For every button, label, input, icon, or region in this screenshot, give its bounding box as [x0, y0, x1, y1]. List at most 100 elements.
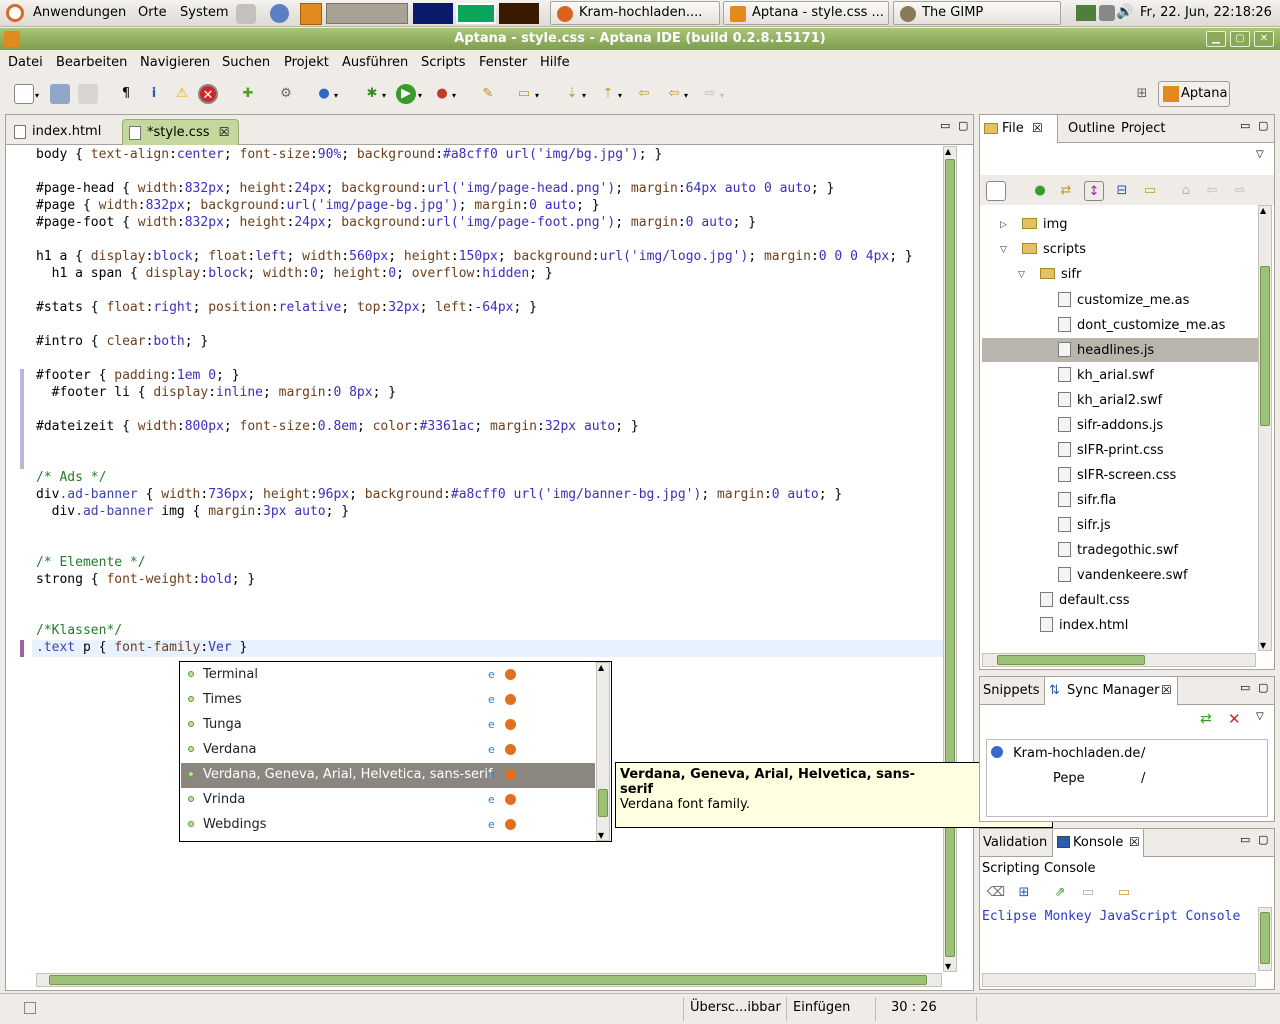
- close-tab-icon[interactable]: ☒: [1161, 683, 1172, 697]
- launcher-icon[interactable]: [236, 4, 256, 24]
- tree-hscroll-thumb[interactable]: [997, 655, 1145, 665]
- code-line[interactable]: body { text-align:center; font-size:90%;…: [36, 146, 662, 163]
- error-icon[interactable]: ✕: [198, 84, 218, 104]
- autocomplete-item[interactable]: Webdings e: [181, 813, 595, 838]
- sync-icon[interactable]: ⇄: [1056, 181, 1076, 201]
- maximize-view-icon[interactable]: ▢: [1258, 833, 1268, 846]
- close-tab-icon[interactable]: ☒: [1032, 121, 1043, 135]
- code-line[interactable]: #dateizeit { width:800px; font-size:0.8e…: [36, 418, 639, 435]
- close-tab-icon[interactable]: ☒: [1129, 835, 1140, 849]
- tab-snippets[interactable]: Snippets: [983, 683, 1039, 698]
- notification-icon[interactable]: [1099, 5, 1115, 21]
- menu-scripts[interactable]: Scripts: [421, 55, 465, 70]
- tree-file[interactable]: customize_me.as: [1058, 292, 1189, 308]
- next-annotation-icon[interactable]: ⇣: [562, 84, 582, 104]
- tree-vscroll-thumb[interactable]: [1260, 266, 1270, 426]
- back-icon[interactable]: ⇦: [664, 84, 684, 104]
- expand-icon[interactable]: ▷: [1000, 220, 1007, 230]
- applications-menu[interactable]: Anwendungen: [33, 5, 126, 20]
- menu-navigieren[interactable]: Navigieren: [140, 55, 210, 70]
- tree-file[interactable]: sifr.fla: [1058, 492, 1116, 508]
- last-edit-icon[interactable]: ⇦: [634, 84, 654, 104]
- nav-back-icon[interactable]: ⇦: [1202, 181, 1222, 201]
- warning-icon[interactable]: ⚠: [172, 84, 192, 104]
- task-aptana[interactable]: Aptana - style.css ...: [723, 1, 889, 25]
- code-line[interactable]: h1 a { display:block; float:left; width:…: [36, 248, 913, 265]
- code-line[interactable]: div.ad-banner img { margin:3px auto; }: [36, 503, 349, 520]
- code-line[interactable]: /* Ads */: [36, 469, 106, 486]
- perspective-aptana[interactable]: Aptana: [1158, 81, 1230, 107]
- maximize-button[interactable]: ▢: [1230, 31, 1250, 47]
- tab-index-html[interactable]: index.html: [8, 119, 109, 145]
- sync-add-icon[interactable]: ⇄: [1200, 711, 1212, 727]
- code-line[interactable]: #page-foot { width:832px; height:24px; b…: [36, 214, 756, 231]
- code-line[interactable]: #footer li { display:inline; margin:0 8p…: [36, 384, 396, 401]
- maximize-view-icon[interactable]: ▢: [1258, 681, 1268, 694]
- new-icon[interactable]: [986, 181, 1006, 201]
- code-line[interactable]: /*Klassen*/: [36, 622, 122, 639]
- editor-vscrollbar[interactable]: ▲ ▼: [943, 146, 957, 972]
- close-tab-icon[interactable]: ☒: [219, 125, 230, 139]
- tab-outline[interactable]: Outline: [1068, 121, 1115, 136]
- code-line[interactable]: #footer { padding:1em 0; }: [36, 367, 240, 384]
- plugin-icon[interactable]: ✚: [238, 84, 258, 104]
- autocomplete-item[interactable]: Terminal e: [181, 663, 595, 688]
- tree-file[interactable]: kh_arial2.swf: [1058, 392, 1162, 408]
- collapse-icon[interactable]: ▽: [1018, 270, 1025, 280]
- tree-hscrollbar[interactable]: [982, 653, 1256, 667]
- forward-icon[interactable]: ⇨: [700, 84, 720, 104]
- home-icon[interactable]: ⌂: [1176, 181, 1196, 201]
- tab-sync-manager[interactable]: ⇅ Sync Manager ☒: [1044, 677, 1178, 705]
- tools-icon[interactable]: ⚙: [276, 84, 296, 104]
- places-menu[interactable]: Orte: [138, 5, 167, 20]
- code-line[interactable]: #page-head { width:832px; height:24px; b…: [36, 180, 834, 197]
- external-tools-icon[interactable]: ●: [432, 84, 452, 104]
- code-line[interactable]: h1 a span { display:block; width:0; heig…: [36, 265, 553, 282]
- menu-fenster[interactable]: Fenster: [479, 55, 527, 70]
- maximize-view-icon[interactable]: ▢: [1258, 119, 1268, 132]
- close-button[interactable]: ✕: [1254, 31, 1274, 47]
- tree-file[interactable]: tradegothic.swf: [1058, 542, 1178, 558]
- new-file-icon[interactable]: [14, 84, 34, 104]
- print-icon[interactable]: [78, 84, 98, 104]
- debug-icon[interactable]: ✱: [362, 84, 382, 104]
- console-hscrollbar[interactable]: [982, 973, 1256, 987]
- view-menu-icon[interactable]: ▽: [1256, 711, 1264, 722]
- ubuntu-logo-icon[interactable]: [6, 4, 24, 22]
- refresh-icon[interactable]: ●: [1030, 181, 1050, 201]
- menu-hilfe[interactable]: Hilfe: [540, 55, 570, 70]
- tab-file[interactable]: File ☒: [980, 115, 1058, 143]
- menu-bearbeiten[interactable]: Bearbeiten: [56, 55, 127, 70]
- window-titlebar[interactable]: Aptana - style.css - Aptana IDE (build 0…: [0, 28, 1280, 50]
- tree-folder[interactable]: scripts: [1022, 242, 1086, 257]
- sort-icon[interactable]: ↕: [1084, 181, 1104, 201]
- editor-vscroll-thumb[interactable]: [945, 159, 955, 957]
- code-line[interactable]: #stats { float:right; position:relative;…: [36, 299, 537, 316]
- code-line[interactable]: /* Elemente */: [36, 554, 146, 571]
- code-line[interactable]: strong { font-weight:bold; }: [36, 571, 255, 588]
- menu-datei[interactable]: Datei: [8, 55, 43, 70]
- scroll-lock-icon[interactable]: ⊞: [1014, 883, 1034, 903]
- open-console-icon[interactable]: ▭: [1114, 883, 1134, 903]
- fast-view-icon[interactable]: [24, 1002, 36, 1014]
- run-icon[interactable]: ▶: [396, 84, 416, 104]
- tab-konsole[interactable]: Konsole ☒: [1052, 829, 1144, 857]
- code-line[interactable]: .text p { font-family:Ver }: [36, 639, 247, 656]
- menu-suchen[interactable]: Suchen: [222, 55, 270, 70]
- autocomplete-item[interactable]: Times e: [181, 688, 595, 713]
- tree-folder[interactable]: img: [1022, 217, 1068, 232]
- tree-vscrollbar[interactable]: ▲ ▼: [1258, 205, 1272, 651]
- autocomplete-item[interactable]: Tunga e: [181, 713, 595, 738]
- aptana-launcher-icon[interactable]: [300, 3, 322, 25]
- tree-file[interactable]: index.html: [1040, 617, 1128, 633]
- tree-file[interactable]: sIFR-print.css: [1058, 442, 1164, 458]
- autocomplete-scrollbar[interactable]: ▲ ▼: [596, 662, 610, 841]
- nav-forward-icon[interactable]: ⇨: [1230, 181, 1250, 201]
- autocomplete-item[interactable]: Verdana e: [181, 738, 595, 763]
- pilcrow-icon[interactable]: ¶: [116, 84, 136, 104]
- tree-file[interactable]: dont_customize_me.as: [1058, 317, 1225, 333]
- tab-style-css[interactable]: *style.css ☒: [122, 119, 239, 145]
- menu-projekt[interactable]: Projekt: [284, 55, 329, 70]
- tree-file[interactable]: sIFR-screen.css: [1058, 467, 1176, 483]
- code-line[interactable]: #intro { clear:both; }: [36, 333, 208, 350]
